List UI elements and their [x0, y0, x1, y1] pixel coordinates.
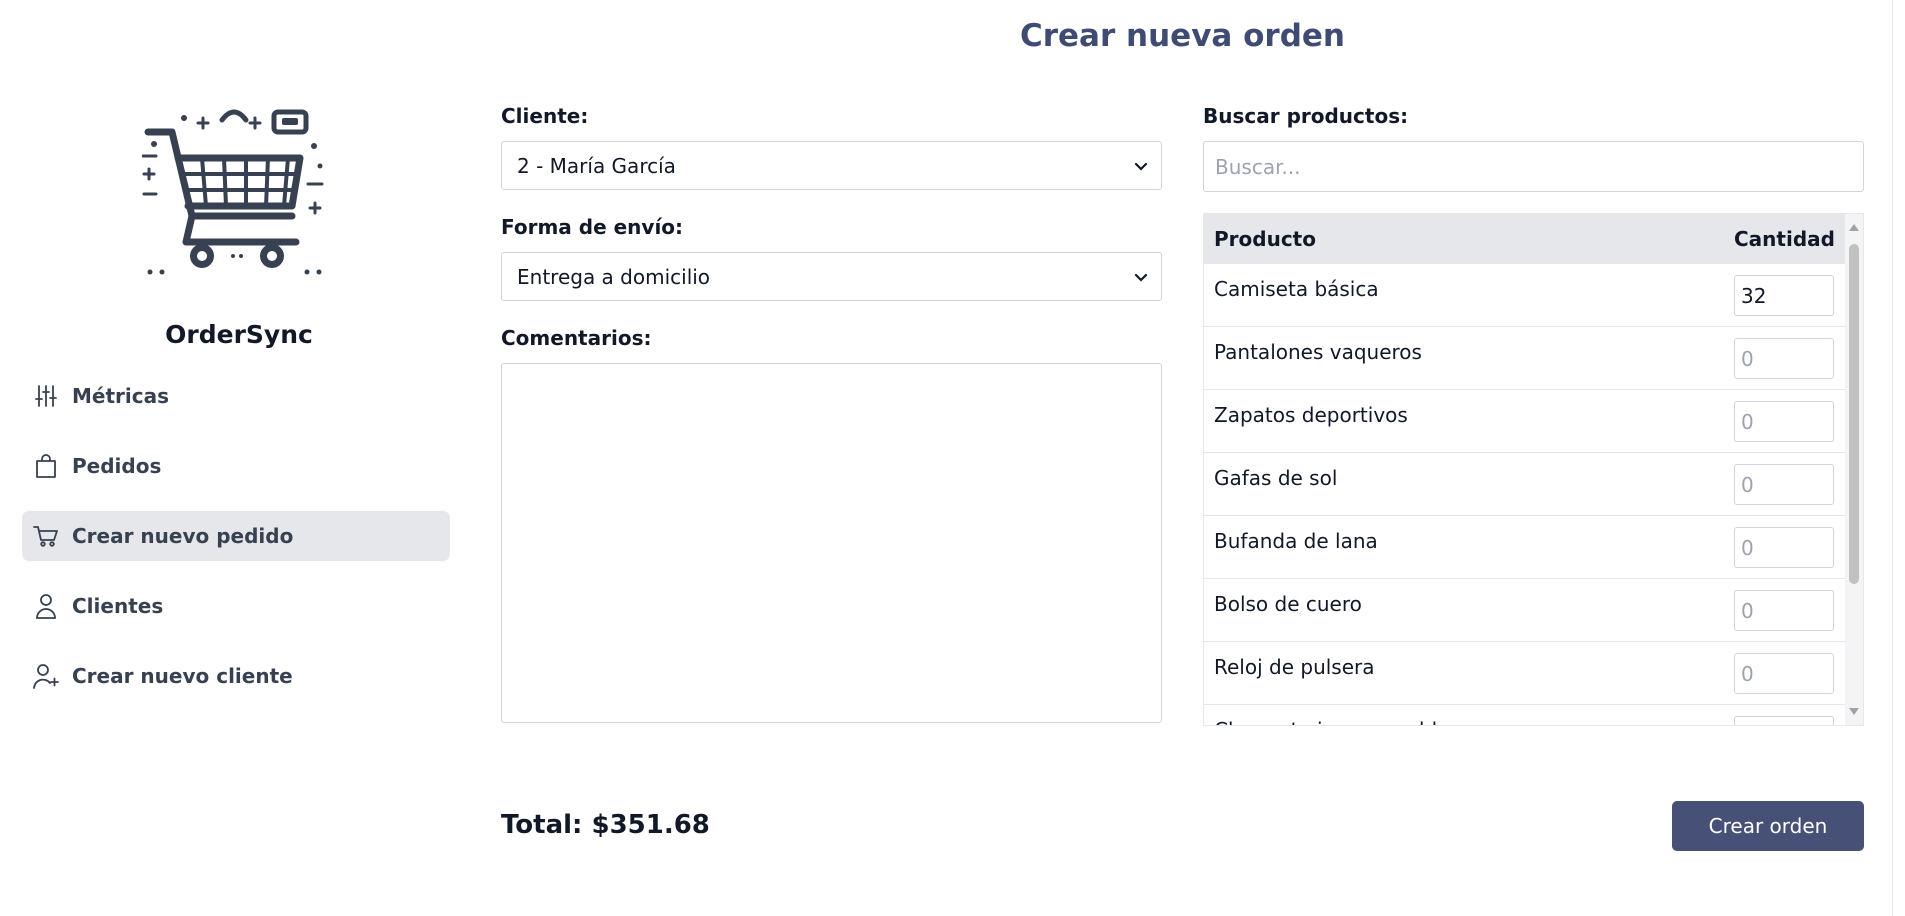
quantity-input[interactable] [1734, 716, 1834, 725]
product-name: Camiseta básica [1214, 277, 1379, 301]
table-row: Bolso de cuero [1204, 579, 1845, 642]
sidebar-item-label: Pedidos [72, 454, 162, 478]
quantity-input[interactable] [1734, 527, 1834, 568]
comments-label: Comentarios: [501, 326, 652, 350]
chevron-down-icon [1134, 273, 1148, 282]
column-header-product: Producto [1214, 227, 1316, 251]
table-row: Reloj de pulsera [1204, 642, 1845, 705]
table-scrollbar[interactable] [1845, 214, 1863, 725]
column-header-quantity: Cantidad [1734, 227, 1835, 251]
sidebar-item-label: Crear nuevo cliente [72, 664, 293, 688]
product-name: Chaqueta impermeable [1214, 718, 1450, 725]
table-row: Zapatos deportivos [1204, 390, 1845, 453]
sidebar-item-pedidos[interactable]: Pedidos [22, 441, 450, 491]
quantity-input[interactable] [1734, 338, 1834, 379]
product-name: Reloj de pulsera [1214, 655, 1375, 679]
chevron-down-icon [1134, 162, 1148, 171]
products-table: Producto Cantidad Camiseta básica Pantal… [1203, 213, 1864, 726]
sliders-icon [33, 383, 59, 409]
search-input[interactable] [1203, 141, 1864, 192]
quantity-input[interactable] [1734, 590, 1834, 631]
sidebar-item-crear-nuevo-cliente[interactable]: Crear nuevo cliente [22, 651, 450, 701]
user-plus-icon [33, 663, 59, 689]
sidebar-item-crear-nuevo-pedido[interactable]: Crear nuevo pedido [22, 511, 450, 561]
sidebar-item-label: Métricas [72, 384, 170, 408]
quantity-input[interactable] [1734, 653, 1834, 694]
shipping-select[interactable]: Entrega a domicilio [501, 252, 1162, 301]
table-row: Pantalones vaqueros [1204, 327, 1845, 390]
scroll-down-arrow-icon[interactable] [1848, 707, 1860, 717]
table-header: Producto Cantidad [1204, 214, 1845, 264]
product-name: Gafas de sol [1214, 466, 1338, 490]
sidebar-item-clientes[interactable]: Clientes [22, 581, 450, 631]
scrollbar-thumb[interactable] [1849, 244, 1859, 584]
product-name: Zapatos deportivos [1214, 403, 1408, 427]
page-title: Crear nueva orden [1019, 18, 1345, 54]
product-name: Bufanda de lana [1214, 529, 1378, 553]
page-scrollbar[interactable] [1892, 0, 1905, 916]
client-select[interactable]: 2 - María García [501, 141, 1162, 190]
create-order-button[interactable]: Crear orden [1672, 801, 1864, 851]
shipping-label: Forma de envío: [501, 215, 684, 239]
scroll-up-arrow-icon[interactable] [1848, 222, 1860, 232]
shipping-select-value: Entrega a domicilio [517, 264, 711, 289]
client-select-value: 2 - María García [517, 153, 676, 178]
app-brand: OrderSync [165, 320, 313, 349]
cart-icon [33, 523, 59, 549]
product-name: Pantalones vaqueros [1214, 340, 1422, 364]
quantity-input[interactable] [1734, 275, 1834, 316]
shopping-bag-icon [33, 453, 59, 479]
shopping-cart-logo [142, 109, 324, 275]
sidebar: OrderSync Métricas Pedidos Crear nuevo p… [0, 0, 460, 916]
product-name: Bolso de cuero [1214, 592, 1362, 616]
quantity-input[interactable] [1734, 464, 1834, 505]
quantity-input[interactable] [1734, 401, 1834, 442]
table-row: Camiseta básica [1204, 264, 1845, 327]
table-row: Gafas de sol [1204, 453, 1845, 516]
sidebar-item-metricas[interactable]: Métricas [22, 371, 450, 421]
sidebar-item-label: Crear nuevo pedido [72, 524, 294, 548]
search-products-label: Buscar productos: [1203, 104, 1409, 128]
table-row: Chaqueta impermeable [1204, 705, 1845, 725]
order-total: Total: $351.68 [501, 810, 710, 840]
table-row: Bufanda de lana [1204, 516, 1845, 579]
user-icon [33, 593, 59, 619]
sidebar-item-label: Clientes [72, 594, 164, 618]
client-label: Cliente: [501, 104, 589, 128]
comments-textarea[interactable] [501, 363, 1162, 723]
